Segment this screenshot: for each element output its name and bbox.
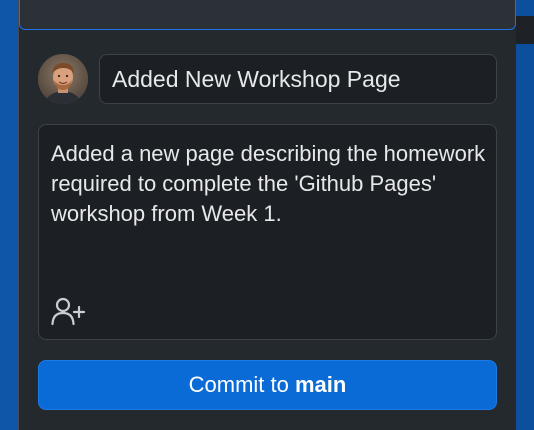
commit-button-label: Commit to [188,372,295,397]
commit-description-field[interactable]: Added a new page describing the homework… [38,124,497,340]
user-avatar [38,54,88,104]
branch-name: main [295,372,347,397]
commit-summary-input[interactable]: Added New Workshop Page [99,54,497,104]
adjacent-pane-strip [516,16,534,44]
add-coauthor-icon[interactable] [51,295,87,327]
adjacent-pane [516,0,534,430]
window-background: Added New Workshop Page Added a new page… [0,0,534,430]
commit-button[interactable]: Commit to main [38,360,497,410]
commit-panel: Added New Workshop Page Added a new page… [18,0,516,430]
changes-list-bottom [19,0,516,30]
avatar-image [38,54,88,104]
commit-description-text[interactable]: Added a new page describing the homework… [51,139,491,229]
